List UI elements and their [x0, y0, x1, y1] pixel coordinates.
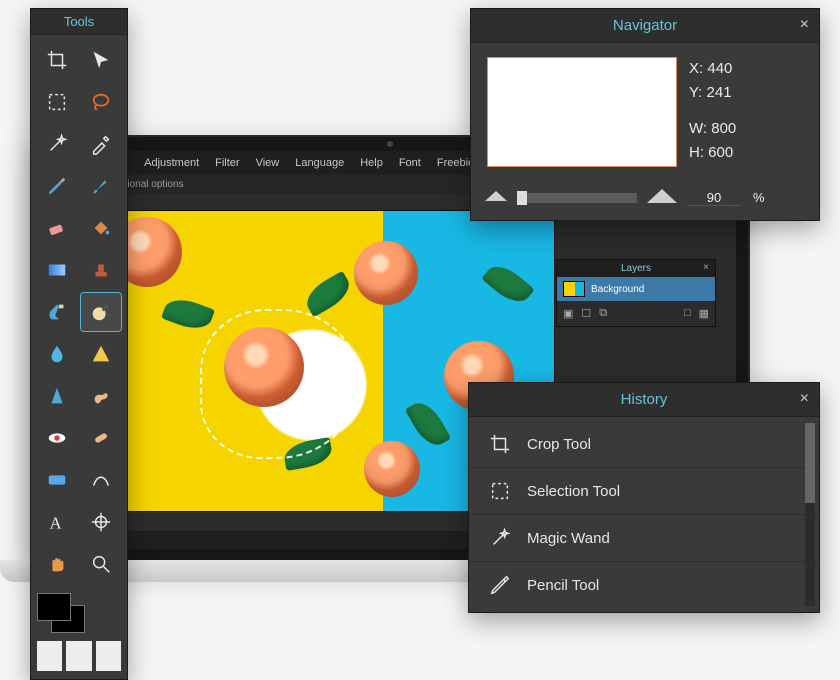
menu-item[interactable]: Filter — [215, 157, 239, 169]
text-tool[interactable]: A — [37, 503, 77, 541]
tools-title-label: Tools — [64, 14, 94, 29]
navigator-panel: Navigator × X: 440 Y: 241 W: 800 H: 600 … — [470, 8, 820, 221]
crosshair-tool[interactable] — [81, 503, 121, 541]
crop-icon — [489, 433, 511, 455]
history-scrollbar[interactable] — [805, 423, 815, 606]
marquee-tool[interactable] — [37, 83, 77, 121]
clone-stamp-tool[interactable] — [81, 251, 121, 289]
hand-tool[interactable] — [37, 545, 77, 583]
tool-grid: A — [31, 35, 127, 589]
history-item[interactable]: Pencil Tool — [469, 562, 819, 608]
stat-h-label: H: — [689, 144, 704, 161]
zoom-value[interactable]: 90 — [687, 190, 741, 206]
smudge-tool[interactable] — [81, 377, 121, 415]
brush-tool[interactable] — [81, 167, 121, 205]
healing-tool[interactable] — [81, 419, 121, 457]
layer-action-icon[interactable]: ☐ — [581, 307, 591, 320]
drop-tool[interactable] — [37, 335, 77, 373]
zoom-out-icon[interactable] — [485, 189, 507, 206]
dodge-tool[interactable] — [81, 293, 121, 331]
zoom-slider[interactable] — [517, 193, 637, 203]
zoom-tool[interactable] — [81, 545, 121, 583]
blur-tool[interactable] — [37, 293, 77, 331]
layers-title: Layers × — [557, 260, 715, 277]
history-item[interactable]: Selection Tool — [469, 468, 819, 515]
pencil-icon — [489, 574, 511, 596]
stat-y-value: 241 — [707, 84, 732, 101]
color-swatches — [37, 593, 121, 671]
tools-panel-title: Tools — [31, 9, 127, 35]
navigator-preview[interactable] — [487, 57, 677, 167]
leaf-decoration — [301, 271, 356, 318]
leaf-decoration — [405, 397, 452, 452]
stat-h-value: 600 — [708, 144, 733, 161]
rose-decoration — [364, 441, 420, 497]
laptop-camera — [387, 141, 393, 147]
menu-item[interactable]: Font — [399, 157, 421, 169]
close-icon[interactable]: × — [703, 262, 709, 273]
menu-item[interactable]: View — [256, 157, 280, 169]
history-panel: History × Crop Tool Selection Tool Magic… — [468, 382, 820, 613]
layers-panel: Layers × Background ▣ ☐ ⧉ □ ▦ — [556, 259, 716, 327]
zoom-percent-label: % — [753, 190, 765, 205]
history-item[interactable]: Magic Wand — [469, 515, 819, 562]
pencil-tool[interactable] — [37, 167, 77, 205]
line-tool[interactable] — [37, 461, 77, 499]
history-title-label: History — [621, 391, 668, 408]
eraser-tool[interactable] — [37, 209, 77, 247]
close-icon[interactable]: × — [800, 390, 809, 408]
layer-action-icon[interactable]: ▣ — [563, 307, 573, 320]
close-icon[interactable]: × — [800, 16, 809, 34]
layer-thumbnail — [563, 281, 585, 297]
navigator-stats: X: 440 Y: 241 W: 800 H: 600 — [689, 57, 736, 165]
gradient-tool[interactable] — [37, 251, 77, 289]
swatch-grid[interactable] — [37, 641, 121, 671]
layers-footer: ▣ ☐ ⧉ □ ▦ — [557, 301, 715, 326]
layer-action-icon[interactable]: ⧉ — [599, 307, 607, 320]
selection-icon — [489, 480, 511, 502]
magic-wand-icon — [489, 527, 511, 549]
menu-item[interactable]: Help — [360, 157, 383, 169]
selection-marquee — [200, 309, 360, 459]
layer-name: Background — [591, 284, 644, 295]
crop-tool[interactable] — [37, 41, 77, 79]
navigator-title: Navigator × — [471, 9, 819, 43]
lasso-tool[interactable] — [81, 83, 121, 121]
history-item-label: Pencil Tool — [527, 577, 599, 594]
history-item[interactable]: Crop Tool — [469, 421, 819, 468]
stat-w-label: W: — [689, 120, 707, 137]
navigator-zoom-row: 90 % — [471, 181, 819, 220]
menu-item[interactable]: Adjustment — [144, 157, 199, 169]
menu-item[interactable]: Language — [295, 157, 344, 169]
leaf-decoration — [481, 259, 534, 310]
navigator-title-label: Navigator — [613, 17, 677, 34]
layer-action-icon[interactable]: □ — [684, 307, 691, 320]
leaf-decoration — [161, 294, 215, 335]
layers-title-label: Layers — [621, 263, 651, 274]
foreground-color-swatch[interactable] — [37, 593, 71, 621]
stat-y-label: Y: — [689, 84, 702, 101]
stat-w-value: 800 — [711, 120, 736, 137]
rose-decoration — [354, 241, 418, 305]
history-item-label: Selection Tool — [527, 483, 620, 500]
freeform-tool[interactable] — [81, 461, 121, 499]
history-list: Crop Tool Selection Tool Magic Wand Penc… — [469, 417, 819, 612]
layer-action-icon[interactable]: ▦ — [699, 307, 709, 320]
shape-tool[interactable] — [81, 335, 121, 373]
move-tool[interactable] — [81, 41, 121, 79]
history-item-label: Magic Wand — [527, 530, 610, 547]
history-title: History × — [469, 383, 819, 417]
layer-row[interactable]: Background — [557, 277, 715, 301]
stat-x-value: 440 — [707, 60, 732, 77]
sharpen-tool[interactable] — [37, 377, 77, 415]
history-item-label: Crop Tool — [527, 436, 591, 453]
svg-text:A: A — [50, 513, 62, 532]
paint-bucket-tool[interactable] — [81, 209, 121, 247]
red-eye-tool[interactable] — [37, 419, 77, 457]
zoom-in-icon[interactable] — [647, 187, 677, 208]
color-picker-tool[interactable] — [81, 125, 121, 163]
tools-panel: Tools A — [30, 8, 128, 680]
stat-x-label: X: — [689, 60, 703, 77]
magic-wand-tool[interactable] — [37, 125, 77, 163]
